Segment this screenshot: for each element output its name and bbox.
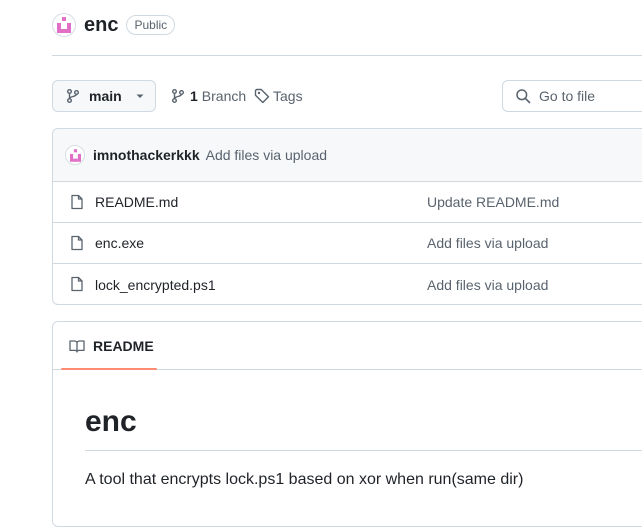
file-row: lock_encrypted.ps1 Add files via upload: [53, 264, 642, 304]
readme-tabs: README: [53, 322, 642, 370]
visibility-badge: Public: [126, 15, 176, 35]
branch-count: 1: [190, 88, 198, 104]
file-icon: [71, 235, 83, 251]
file-list: imnothackerkkk Add files via upload READ…: [52, 128, 642, 305]
owner-avatar[interactable]: [52, 13, 76, 37]
go-to-file-search[interactable]: [502, 80, 642, 112]
latest-commit-bar: imnothackerkkk Add files via upload: [53, 129, 642, 182]
commit-author[interactable]: imnothackerkkk: [93, 147, 200, 163]
readme-panel: README enc A tool that encrypts lock.ps1…: [52, 321, 642, 527]
commit-message[interactable]: Add files via upload: [206, 147, 327, 163]
tab-readme-label: README: [93, 338, 154, 354]
file-row: enc.exe Add files via upload: [53, 223, 642, 264]
file-name[interactable]: README.md: [95, 194, 178, 210]
file-row: README.md Update README.md: [53, 182, 642, 223]
file-name[interactable]: enc.exe: [95, 235, 144, 251]
identicon-icon: [69, 148, 81, 162]
branches-link[interactable]: 1 Branch: [170, 86, 246, 106]
file-commit-message[interactable]: Add files via upload: [427, 277, 548, 293]
repo-page: enc Public main 1 Branch Tags Go to file…: [0, 0, 642, 529]
book-icon: [69, 340, 85, 353]
readme-title: enc: [85, 402, 642, 451]
repo-header: enc Public: [52, 12, 176, 38]
branch-count-label: Branch: [201, 88, 247, 104]
go-to-file-input[interactable]: [539, 88, 642, 104]
header-divider: [52, 55, 642, 56]
readme-content: enc A tool that encrypts lock.ps1 based …: [85, 402, 642, 492]
readme-description: A tool that encrypts lock.ps1 based on x…: [85, 471, 524, 488]
branch-name: main: [89, 88, 122, 104]
file-name[interactable]: lock_encrypted.ps1: [95, 277, 216, 293]
search-icon: [516, 89, 531, 104]
tab-readme[interactable]: README: [61, 322, 157, 370]
commit-author-avatar[interactable]: [65, 145, 85, 165]
file-icon: [71, 276, 83, 292]
tags-label: Tags: [273, 88, 303, 104]
git-branch-icon: [67, 89, 79, 103]
caret-down-icon: [136, 94, 144, 98]
file-commit-message[interactable]: Update README.md: [427, 194, 559, 210]
tag-icon: [254, 88, 270, 104]
file-commit-message[interactable]: Add files via upload: [427, 235, 548, 251]
repo-name[interactable]: enc: [84, 14, 118, 37]
git-branch-icon: [172, 89, 184, 103]
file-icon: [71, 194, 83, 210]
tags-link[interactable]: Tags: [254, 86, 303, 106]
identicon-icon: [57, 17, 71, 33]
branch-selector-button[interactable]: main: [52, 80, 156, 112]
active-tab-indicator: [61, 368, 157, 370]
